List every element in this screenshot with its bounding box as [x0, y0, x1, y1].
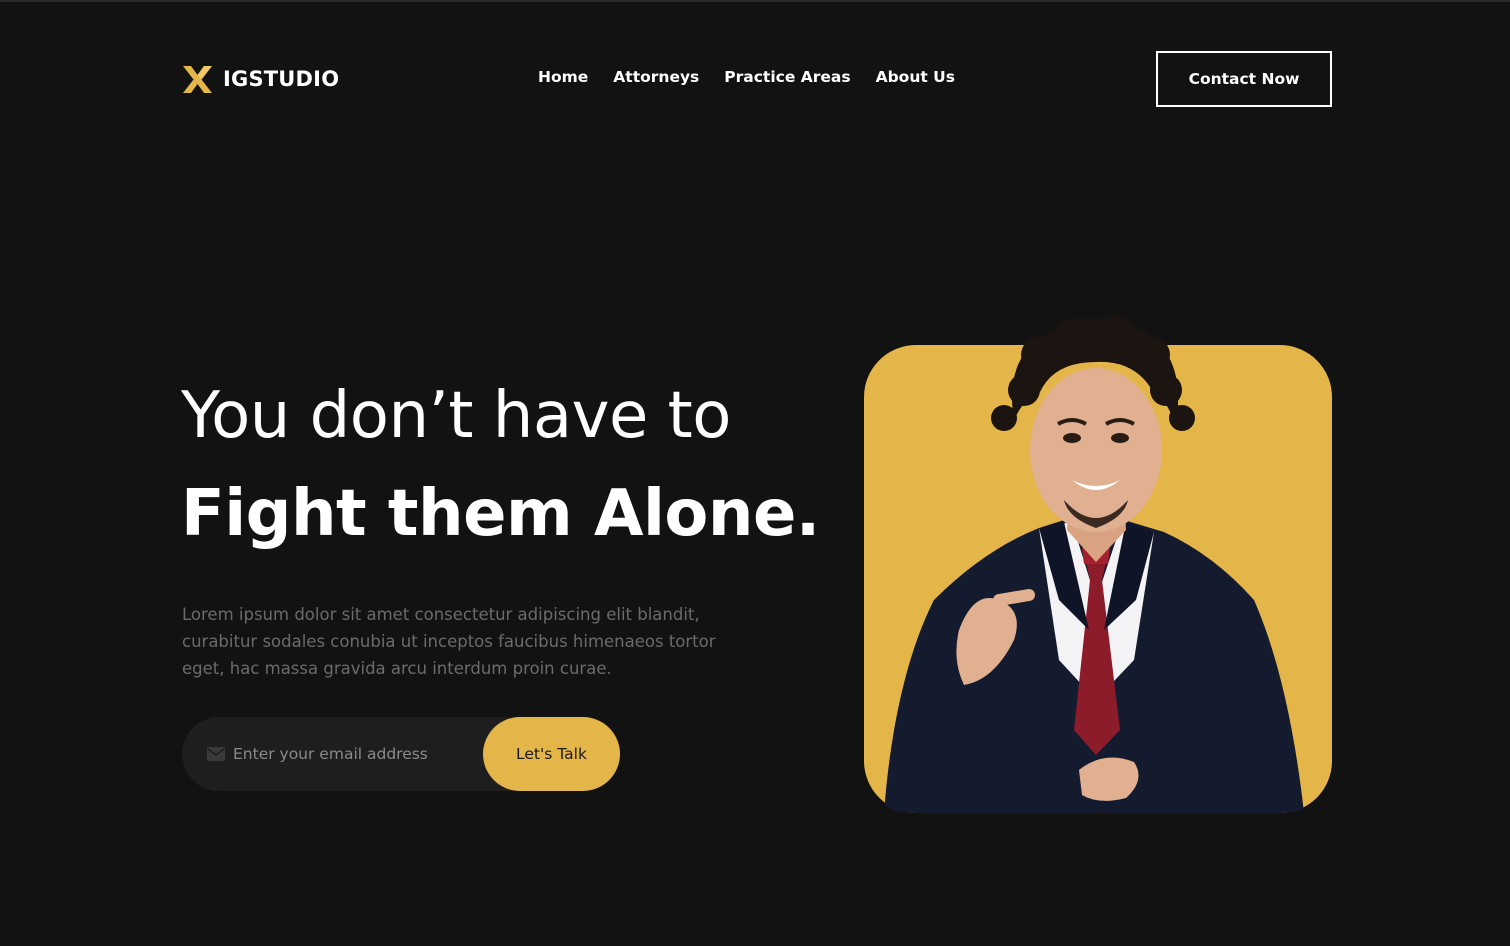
nav-practice-areas[interactable]: Practice Areas — [724, 68, 850, 86]
nav-home[interactable]: Home — [538, 68, 588, 86]
hero-headline-line2: Fight them Alone. — [181, 477, 820, 551]
mail-icon — [207, 747, 225, 761]
nav-about-us[interactable]: About Us — [876, 68, 955, 86]
email-signup-form: Let's Talk — [182, 717, 620, 791]
hero-headline-line1: You don’t have to — [181, 379, 731, 453]
main-nav: Home Attorneys Practice Areas About Us — [538, 68, 955, 86]
lets-talk-button[interactable]: Let's Talk — [483, 717, 620, 791]
logo-text: IGSTUDIO — [223, 67, 340, 91]
contact-now-button[interactable]: Contact Now — [1156, 51, 1332, 107]
hero-description: Lorem ipsum dolor sit amet consectetur a… — [182, 605, 716, 678]
logo[interactable]: IGSTUDIO — [181, 62, 339, 96]
nav-attorneys[interactable]: Attorneys — [613, 68, 699, 86]
email-input[interactable] — [233, 739, 473, 769]
top-border — [0, 0, 1510, 2]
attorney-portrait — [884, 316, 1304, 813]
landing-page: IGSTUDIO Home Attorneys Practice Areas A… — [0, 0, 1510, 946]
x-icon — [183, 65, 212, 93]
